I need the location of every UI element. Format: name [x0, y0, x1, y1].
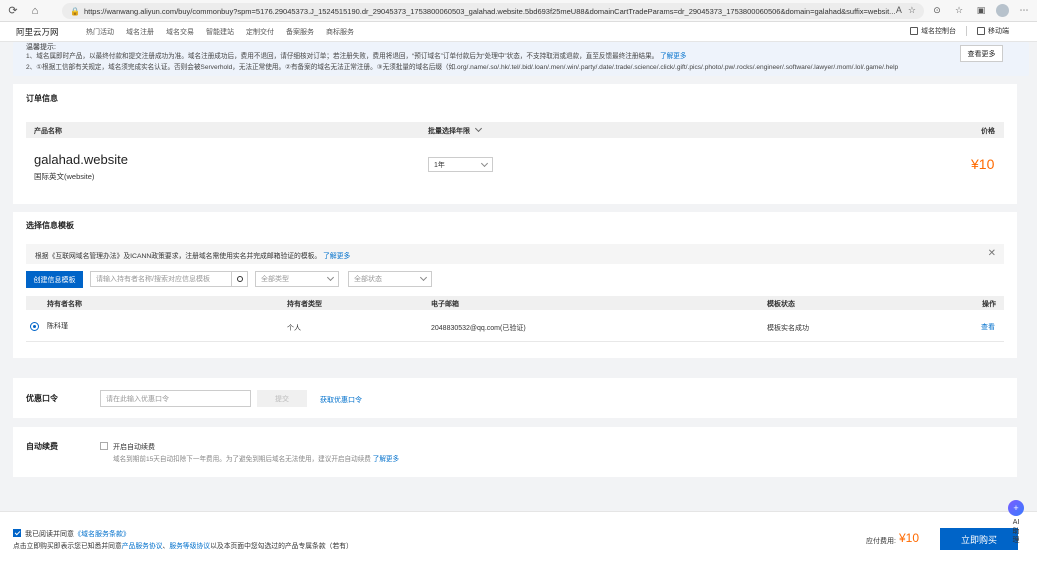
service-agreement-link[interactable]: 产品服务协议	[122, 543, 163, 550]
favorites-icon[interactable]: ☆	[952, 3, 966, 17]
ai-plus-icon: +	[1008, 500, 1024, 516]
nav-trade[interactable]: 域名交易	[166, 27, 194, 37]
mobile-icon	[977, 27, 985, 35]
header-divider	[966, 26, 967, 36]
domain-name: galahad.website	[34, 152, 128, 167]
coupon-card: 优惠口令 请在此输入优惠口令 提交 获取优惠口令	[13, 378, 1017, 418]
ai-label: AI	[1012, 519, 1020, 526]
template-table-header: 持有者名称 持有者类型 电子邮箱 模板状态 操作	[26, 296, 1004, 310]
more-menu-icon[interactable]: ⋯	[1017, 3, 1031, 17]
order-table-header: 产品名称 批量选择年限 价格	[26, 122, 1004, 138]
agree-text: 我已阅读并同意《域名服务条款》	[25, 531, 130, 538]
ai-assistant[interactable]: + AI 助 理	[1006, 500, 1026, 548]
favorite-star-icon[interactable]: ☆	[908, 5, 916, 16]
notice-line-2: 2、①根据工信部有关规定，域名须完成实名认证。否则会被Serverhold，无法…	[26, 64, 899, 71]
search-icon	[236, 276, 243, 282]
chevron-down-icon	[326, 273, 335, 282]
auto-renew-checkbox[interactable]	[100, 442, 108, 450]
lock-icon: 🔒	[70, 6, 80, 16]
renew-learn-more-link[interactable]: 了解更多	[373, 456, 399, 463]
extension-icon[interactable]: ⊙	[930, 3, 944, 17]
nav-trademark[interactable]: 商标服务	[326, 27, 354, 37]
total-label: 应付费用:	[866, 538, 896, 545]
sla-link[interactable]: 服务等级协议	[169, 543, 210, 550]
coupon-input[interactable]: 请在此输入优惠口令	[100, 390, 251, 407]
view-template-link[interactable]: 查看	[981, 322, 995, 332]
holder-email: 2048830532@qq.com(已验证)	[431, 325, 526, 332]
holder-type: 个人	[287, 325, 301, 332]
mobile-link[interactable]: 移动端	[977, 26, 1009, 36]
ai-label-char-2: 理	[1012, 537, 1020, 544]
template-title: 选择信息模板	[26, 221, 74, 230]
notice-banner: 温馨提示: 1、域名属即时产品，以最终付款和提交注册成功为准。域名注册成功后，费…	[13, 42, 1029, 76]
col-email: 电子邮箱	[431, 301, 459, 308]
renew-card: 自动续费 开启自动续费 域名到期前15天自动扣除下一年费用。为了避免到期后域名无…	[13, 427, 1017, 477]
auto-renew-desc: 域名到期前15天自动扣除下一年费用。为了避免到期后域名无法使用，建议开启自动续费…	[113, 456, 400, 463]
coupon-submit-button[interactable]: 提交	[257, 390, 307, 407]
nav-register[interactable]: 域名注册	[126, 27, 154, 37]
collections-icon[interactable]: ▣	[974, 3, 988, 17]
template-status: 模板实名成功	[767, 325, 809, 332]
order-title: 订单信息	[26, 94, 58, 103]
chevron-down-icon	[474, 124, 482, 133]
home-icon[interactable]: ⌂	[26, 2, 44, 20]
close-icon[interactable]: ✕	[988, 248, 996, 259]
search-button[interactable]	[231, 271, 248, 287]
col-years[interactable]: 批量选择年限	[428, 124, 482, 136]
see-more-button[interactable]: 查看更多	[960, 45, 1003, 62]
col-action: 操作	[982, 301, 996, 308]
template-radio[interactable]	[30, 322, 39, 331]
footer-bar: 我已阅读并同意《域名服务条款》 点击立即购买即表示您已知悉并同意产品服务协议、服…	[0, 511, 1037, 565]
order-card: 订单信息 产品名称 批量选择年限 价格 galahad.website 国际英文…	[13, 84, 1017, 204]
terms-text: 点击立即购买即表示您已知悉并同意产品服务协议、服务等级协议以及本页面中您勾选过的…	[13, 543, 353, 550]
nav-site-build[interactable]: 智能建站	[206, 27, 234, 37]
notice-line-1: 1、域名属即时产品，以最终付款和提交注册成功为准。域名注册成功后，费用不退回，请…	[26, 53, 687, 60]
col-holder: 持有者名称	[47, 301, 82, 308]
col-product: 产品名称	[34, 128, 62, 135]
chevron-down-icon	[419, 273, 428, 282]
status-select[interactable]: 全部状态	[348, 271, 432, 287]
holder-name: 陈科瑾	[47, 323, 68, 330]
profile-avatar[interactable]	[996, 3, 1009, 17]
template-search-input[interactable]: 请输入持有者名称/搜索对应信息模板	[90, 271, 232, 287]
row-divider	[26, 341, 1004, 342]
get-coupon-link[interactable]: 获取优惠口令	[320, 395, 362, 405]
template-learn-more-link[interactable]: 了解更多	[323, 253, 350, 260]
renew-title: 自动续费	[26, 442, 58, 451]
col-status: 模板状态	[767, 301, 795, 308]
template-info-text: 根据《互联网域名管理办法》及ICANN政策要求，注册域名需使用实名并完成邮箱验证…	[35, 253, 322, 260]
site-header: 阿里云万网 热门活动 域名注册 域名交易 智能建站 定制交付 备案服务 商标服务…	[0, 22, 1037, 42]
address-bar[interactable]: 🔒 https://wanwang.aliyun.com/buy/commonb…	[62, 3, 924, 19]
nav-custom[interactable]: 定制交付	[246, 27, 274, 37]
nav-hot[interactable]: 热门活动	[86, 27, 114, 37]
agree-checkbox[interactable]	[13, 529, 21, 537]
create-template-button[interactable]: 创建信息模板	[26, 271, 83, 288]
refresh-icon[interactable]: ⟳	[4, 2, 22, 20]
domain-terms-link[interactable]: 《域名服务条款》	[74, 531, 130, 538]
top-nav: 热门活动 域名注册 域名交易 智能建站 定制交付 备案服务 商标服务	[86, 27, 354, 37]
url-text: https://wanwang.aliyun.com/buy/commonbuy…	[83, 6, 896, 16]
ai-label-char-1: 助	[1012, 528, 1020, 535]
nav-icp[interactable]: 备案服务	[286, 27, 314, 37]
total-price: ¥10	[899, 531, 920, 545]
domain-type: 国际英文(website)	[34, 172, 95, 181]
chevron-down-icon	[480, 159, 489, 168]
template-card: 选择信息模板 根据《互联网域名管理办法》及ICANN政策要求，注册域名需使用实名…	[13, 212, 1017, 358]
console-icon	[910, 27, 918, 35]
coupon-title: 优惠口令	[26, 394, 58, 403]
auto-renew-label: 开启自动续费	[113, 444, 155, 451]
template-info-bar: 根据《互联网域名管理办法》及ICANN政策要求，注册域名需使用实名并完成邮箱验证…	[26, 244, 1004, 264]
notice-learn-more-link[interactable]: 了解更多	[660, 53, 686, 60]
read-aloud-icon[interactable]: A	[896, 5, 902, 16]
years-select[interactable]: 1年	[428, 157, 493, 172]
order-price: ¥10	[971, 156, 995, 172]
site-logo[interactable]: 阿里云万网	[16, 26, 86, 38]
col-holder-type: 持有者类型	[287, 301, 322, 308]
domain-console-link[interactable]: 域名控制台	[910, 26, 956, 36]
browser-toolbar: ⟳ ⌂ 🔒 https://wanwang.aliyun.com/buy/com…	[0, 0, 1037, 22]
col-price: 价格	[981, 128, 995, 135]
type-select[interactable]: 全部类型	[255, 271, 339, 287]
